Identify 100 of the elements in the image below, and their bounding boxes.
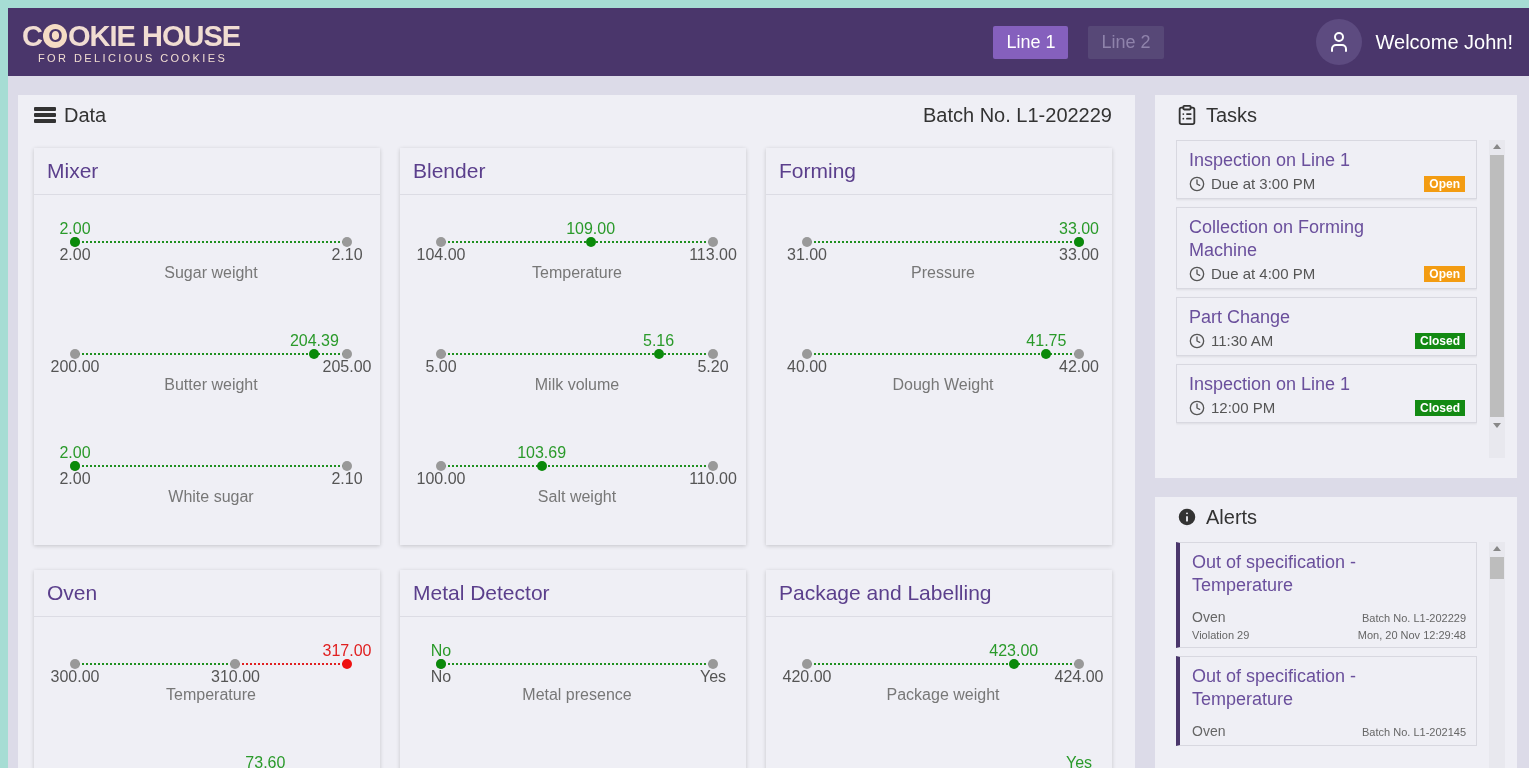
clock-icon [1189,399,1205,416]
card-title: Oven [34,570,380,617]
alert-item[interactable]: Out of specification - Temperature Oven Batch No. L1-202145 [1176,656,1477,746]
gauge-min: 200.00 [50,358,100,376]
status-badge: Closed [1415,399,1465,416]
task-time: Due at 3:00 PM [1211,175,1316,192]
gauge-max-dot [708,349,718,359]
gauge-min-dot [436,237,446,247]
status-badge: Closed [1415,332,1465,349]
alert-batch: Batch No. L1-202145 [1362,726,1466,738]
gauge-min-dot [436,349,446,359]
task-item[interactable]: Collection on Forming Machine Due at 4:00 PM Open [1176,207,1477,289]
scroll-up-icon[interactable] [1493,144,1501,149]
gauge-value: 73.60 [245,754,286,768]
clock-icon [1189,265,1205,282]
gauge-max: 2.10 [331,470,363,488]
user-avatar-icon[interactable] [1315,19,1362,65]
status-badge: Open [1424,175,1465,192]
task-time: 12:00 PM [1211,399,1276,416]
gauge-max-dot [342,349,352,359]
gauge-label: Milk volume [534,376,620,394]
gauge-label: Metal presence [522,686,632,704]
gauge-value: 2.00 [59,444,91,462]
alert-item[interactable]: Out of specification - Temperature Oven Batch No. L1-202229 Violation 29 Mon, 20 Nov 12:29:48 [1176,542,1477,648]
gauge-value: 103.69 [517,444,567,462]
list-icon [34,107,56,123]
gauge-label: Butter weight [164,376,258,394]
gauge-value: No [430,642,452,660]
info-icon [1176,506,1198,528]
task-item[interactable]: Part Change 11:30 AM Closed [1176,297,1477,356]
clock-icon [1189,175,1205,192]
task-item[interactable]: Inspection on Line 1 Due at 3:00 PM Open [1176,140,1477,199]
panel-title: Alerts [1206,505,1258,529]
clock-icon [1189,332,1205,349]
gauge-max-dot [708,659,718,669]
scroll-thumb[interactable] [1490,557,1504,579]
gauge-min: 420.00 [782,668,832,686]
gauge-min: 300.00 [50,668,100,686]
gauge-min: 5.00 [425,358,457,376]
gauge-max: 310.00 [211,668,260,686]
gauge-max: 5.20 [697,358,729,376]
gauge-max-dot [708,237,718,247]
gauge-min-dot [802,349,812,359]
gauge-max: 110.00 [689,470,737,488]
panel-title: Tasks [1206,103,1258,127]
alert-title: Out of specification - Temperature [1192,665,1358,711]
logo-subtitle: FOR DELICIOUS COOKIES [38,51,229,64]
clipboard-icon [1176,104,1198,126]
scroll-thumb[interactable] [1490,155,1504,417]
status-badge: Open [1424,265,1465,282]
gauge-max-dot [1074,349,1084,359]
alert-batch: Batch No. L1-202229 [1362,612,1466,624]
gauge-max-dot [230,659,241,669]
scrollbar[interactable] [1489,140,1505,458]
gauge-label: Sugar weight [164,264,258,282]
gauge-min: 31.00 [787,246,827,264]
card-title: Package and Labelling [766,570,1112,617]
gauge-label: White sugar [168,488,254,506]
task-title: Inspection on Line 1 [1189,373,1352,396]
gauge-label: Salt weight [537,488,617,506]
task-title: Inspection on Line 1 [1189,149,1352,172]
gauge-value: 109.00 [566,220,616,238]
gauge-max: 33.00 [1059,246,1099,264]
line-tab[interactable]: Line 1 [993,25,1069,59]
card-title: Mixer [34,148,380,195]
gauge-value: 423.00 [989,642,1039,660]
gauge-min-dot [802,659,812,669]
gauge-min: 2.00 [59,246,91,264]
task-item[interactable]: Inspection on Line 1 12:00 PM Closed [1176,364,1477,423]
gauge-max-dot [342,461,352,471]
gauge-label: Package weight [886,686,1000,704]
scrollbar[interactable] [1489,542,1505,768]
gauge-value: 5.16 [643,332,675,350]
task-title: Part Change [1189,306,1292,329]
gauge-value: 317.00 [322,642,372,660]
gauge-min-dot [70,659,80,669]
gauge-min: 40.00 [787,358,827,376]
gauge-max: 42.00 [1059,358,1099,376]
scroll-up-icon[interactable] [1493,546,1501,551]
gauge-max: 2.10 [331,246,363,264]
gauge-value: 2.00 [59,220,91,238]
gauge-max-dot [342,237,352,247]
gauge-min: 104.00 [416,246,466,264]
card-title: Metal Detector [400,570,746,617]
scroll-down-icon[interactable] [1493,423,1501,428]
alert-machine: Oven [1192,723,1226,739]
gauge-value: 204.39 [289,332,339,350]
task-time: 11:30 AM [1211,332,1274,349]
gauge-min: 2.00 [59,470,91,488]
gauge-label: Pressure [911,264,975,282]
gauge-label: Temperature [166,686,256,704]
gauge-value: Yes [1065,754,1093,768]
alert-time: Mon, 20 Nov 12:29:48 [1357,629,1466,641]
gauge-label: Temperature [532,264,622,282]
card-title: Blender [400,148,746,195]
gauge-min-dot [436,461,446,471]
gauge-min: No [430,668,452,686]
gauge-max: 424.00 [1054,668,1104,686]
batch-number: Batch No. L1-202229 [922,103,1112,127]
gauge-label: Dough Weight [892,376,994,394]
